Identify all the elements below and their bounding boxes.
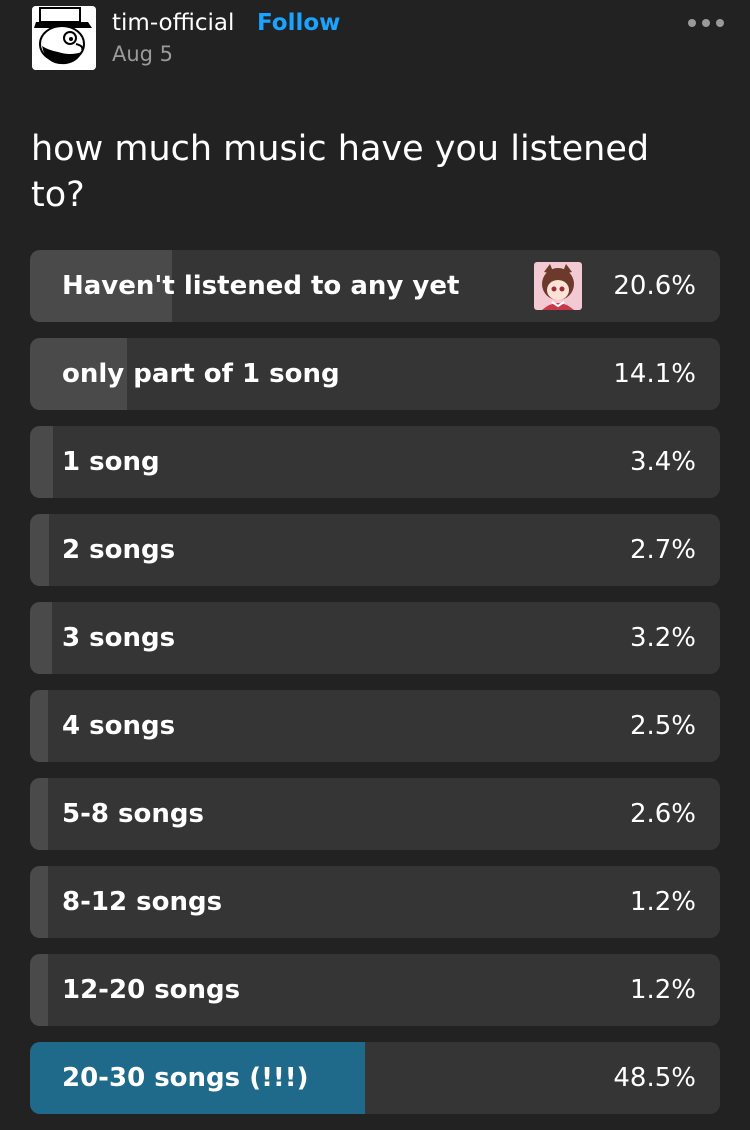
poll-option[interactable]: 5-8 songs 2.6% — [30, 778, 720, 850]
poll-option[interactable]: 1 song 3.4% — [30, 426, 720, 498]
poll-option[interactable]: 4 songs 2.5% — [30, 690, 720, 762]
poll-option-label: 20-30 songs (!!!) — [62, 1063, 309, 1093]
poll-option-label: only part of 1 song — [62, 359, 340, 389]
poll-options: Haven't listened to any yet 20.6% only par… — [30, 250, 720, 1130]
poll-option[interactable]: Haven't listened to any yet 20.6% — [30, 250, 720, 322]
poll-option-result-bar — [30, 514, 49, 586]
poll-option-percent: 3.4% — [629, 447, 696, 477]
username[interactable]: tim-official — [112, 10, 234, 36]
poll-option-label: 1 song — [62, 447, 160, 477]
poll-option-result-bar — [30, 866, 48, 938]
anime-girl-avatar-icon — [534, 262, 582, 310]
poll-option[interactable]: 2 songs 2.7% — [30, 514, 720, 586]
poll-option-percent: 2.5% — [629, 711, 696, 741]
poll-option-percent: 2.6% — [629, 799, 696, 829]
poll-option-label: 2 songs — [62, 535, 176, 565]
poll-option-result-bar — [30, 954, 48, 1026]
post-header: tim-official Follow Aug 5 — [32, 6, 732, 70]
poll-option-percent: 1.2% — [629, 975, 696, 1005]
poll-option[interactable]: 8-12 songs 1.2% — [30, 866, 720, 938]
poll-option-label: 4 songs — [62, 711, 176, 741]
poll-option-label: Haven't listened to any yet — [62, 271, 460, 301]
poll-option[interactable]: only part of 1 song 14.1% — [30, 338, 720, 410]
poll-option-percent: 48.5% — [613, 1063, 696, 1093]
poll-option-label: 5-8 songs — [62, 799, 204, 829]
poll-option[interactable]: 3 songs 3.2% — [30, 602, 720, 674]
post-date: Aug 5 — [112, 42, 174, 66]
poll-option-percent: 20.6% — [613, 271, 696, 301]
more-dot — [716, 19, 724, 27]
more-dots-icon[interactable] — [686, 16, 726, 30]
poll-option-percent: 2.7% — [629, 535, 696, 565]
hatted-man-avatar[interactable] — [32, 6, 96, 70]
poll-option-label: 12-20 songs — [62, 975, 241, 1005]
more-dot — [688, 19, 696, 27]
poll-option-percent: 14.1% — [613, 359, 696, 389]
poll-option-percent: 1.2% — [629, 887, 696, 917]
poll-option[interactable]: 12-20 songs 1.2% — [30, 954, 720, 1026]
voter-avatar — [534, 262, 582, 310]
poll-option-result-bar — [30, 602, 52, 674]
follow-button[interactable]: Follow — [257, 10, 340, 36]
poll-option-percent: 3.2% — [629, 623, 696, 653]
more-dot — [702, 19, 710, 27]
poll-option[interactable]: 20-30 songs (!!!) 48.5% — [30, 1042, 720, 1114]
avatar-icon — [32, 6, 96, 70]
poll-option-label: 3 songs — [62, 623, 176, 653]
poll-option-result-bar — [30, 690, 48, 762]
poll-option-label: 8-12 songs — [62, 887, 223, 917]
poll-option-result-bar — [30, 778, 48, 850]
poll-option-result-bar — [30, 426, 53, 498]
poll-question: how much music have you listened to? — [31, 129, 650, 215]
